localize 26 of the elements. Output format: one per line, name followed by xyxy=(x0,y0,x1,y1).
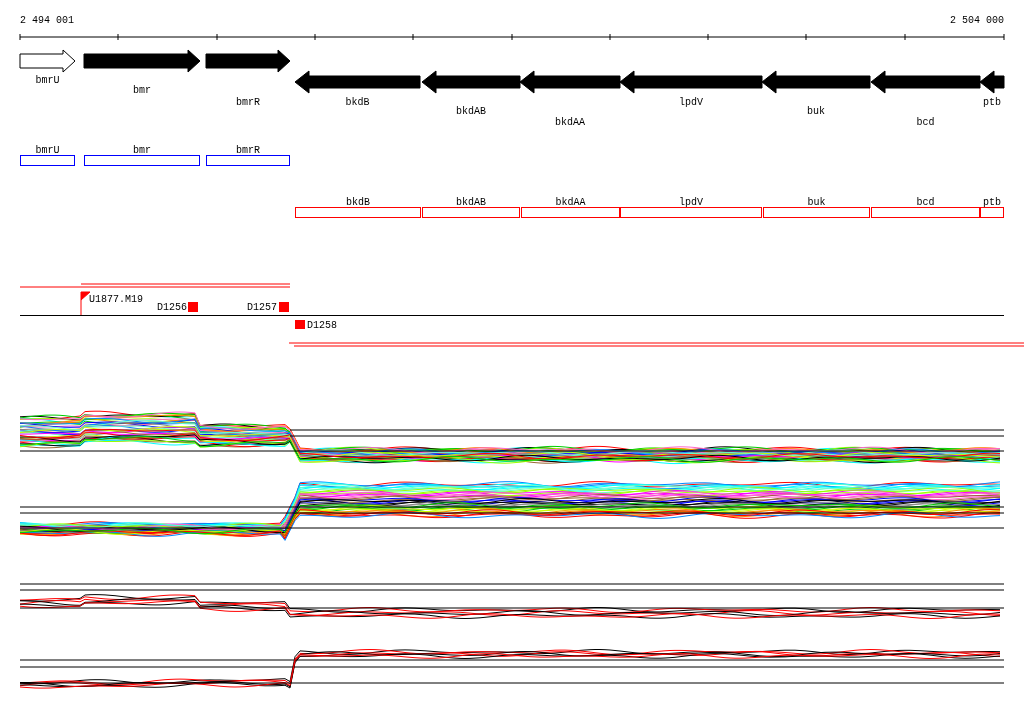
marker-label: U1877.M19 xyxy=(89,294,143,305)
feature-label: bmrR xyxy=(236,145,260,156)
feature-label: lpdV xyxy=(679,197,703,208)
end-coordinate: 2 504 000 xyxy=(950,15,1004,26)
gene-label: bmrR xyxy=(236,97,260,108)
feature-label: bkdAA xyxy=(555,197,586,208)
marker-label: D1256 xyxy=(157,302,187,313)
gene-label: buk xyxy=(807,106,825,117)
marker-label: D1257 xyxy=(247,302,277,313)
marker-label: D1258 xyxy=(307,320,337,331)
gene-label: bkdAA xyxy=(555,117,585,128)
feature-label: buk xyxy=(807,197,826,208)
feature-label: bmrU xyxy=(35,145,60,156)
gene-label: bkdB xyxy=(345,97,370,108)
gene-label: bmr xyxy=(133,85,151,96)
feature-label: bmr xyxy=(133,145,151,156)
feature-label: bkdB xyxy=(346,197,370,208)
feature-label: bcd xyxy=(916,197,935,208)
gene-label: bmrU xyxy=(35,75,60,86)
start-coordinate: 2 494 001 xyxy=(20,15,74,26)
feature-label: bkdAB xyxy=(456,197,486,208)
gene-label: bcd xyxy=(916,117,935,128)
gene-label: bkdAB xyxy=(456,106,486,117)
feature-label: ptb xyxy=(983,197,1001,208)
gene-label: lpdV xyxy=(679,97,703,108)
gene-label: ptb xyxy=(983,97,1001,108)
